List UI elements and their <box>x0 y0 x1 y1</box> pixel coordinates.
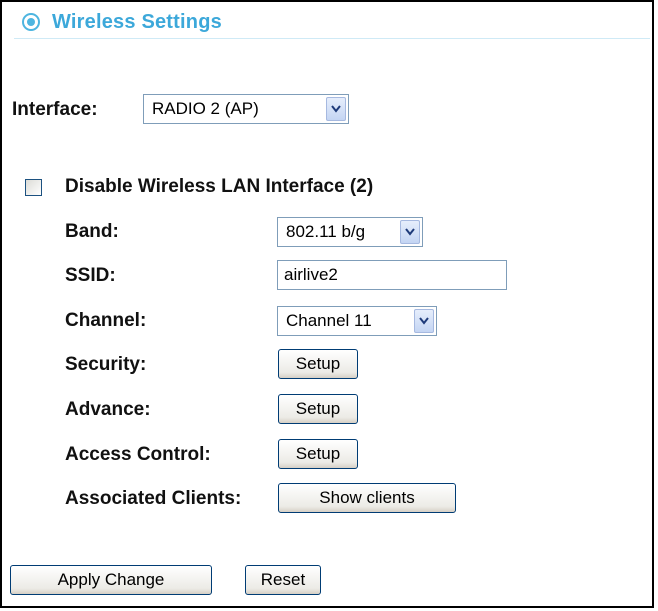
ssid-input[interactable]: airlive2 <box>277 260 507 290</box>
channel-label: Channel: <box>65 310 147 331</box>
apply-change-button[interactable]: Apply Change <box>10 565 212 595</box>
interface-select[interactable]: RADIO 2 (AP) <box>143 94 349 124</box>
channel-select[interactable]: Channel 11 <box>277 306 437 336</box>
ssid-label: SSID: <box>65 265 116 286</box>
interface-selected-value: RADIO 2 (AP) <box>152 99 259 118</box>
radio-target-icon <box>22 13 40 31</box>
band-select[interactable]: 802.11 b/g <box>277 217 423 247</box>
advance-label: Advance: <box>65 399 151 420</box>
security-setup-button[interactable]: Setup <box>278 349 358 379</box>
header-divider <box>14 38 650 39</box>
disable-wlan-checkbox[interactable] <box>25 179 42 196</box>
advance-setup-button[interactable]: Setup <box>278 394 358 424</box>
settings-panel: Wireless Settings Interface: RADIO 2 (AP… <box>0 0 654 608</box>
band-label: Band: <box>65 221 119 242</box>
reset-button[interactable]: Reset <box>245 565 321 595</box>
security-label: Security: <box>65 354 147 375</box>
interface-label: Interface: <box>12 99 98 120</box>
band-selected-value: 802.11 b/g <box>286 222 366 241</box>
chevron-down-icon[interactable] <box>326 97 346 121</box>
section-header: Wireless Settings <box>22 8 222 36</box>
associated-clients-label: Associated Clients: <box>65 488 242 509</box>
access-control-label: Access Control: <box>65 444 211 465</box>
show-clients-button[interactable]: Show clients <box>278 483 456 513</box>
chevron-down-icon[interactable] <box>400 220 420 244</box>
access-control-setup-button[interactable]: Setup <box>278 439 358 469</box>
channel-selected-value: Channel 11 <box>286 311 372 330</box>
chevron-down-icon[interactable] <box>414 309 434 333</box>
page-title: Wireless Settings <box>52 10 222 33</box>
disable-wlan-label: Disable Wireless LAN Interface (2) <box>65 176 374 197</box>
